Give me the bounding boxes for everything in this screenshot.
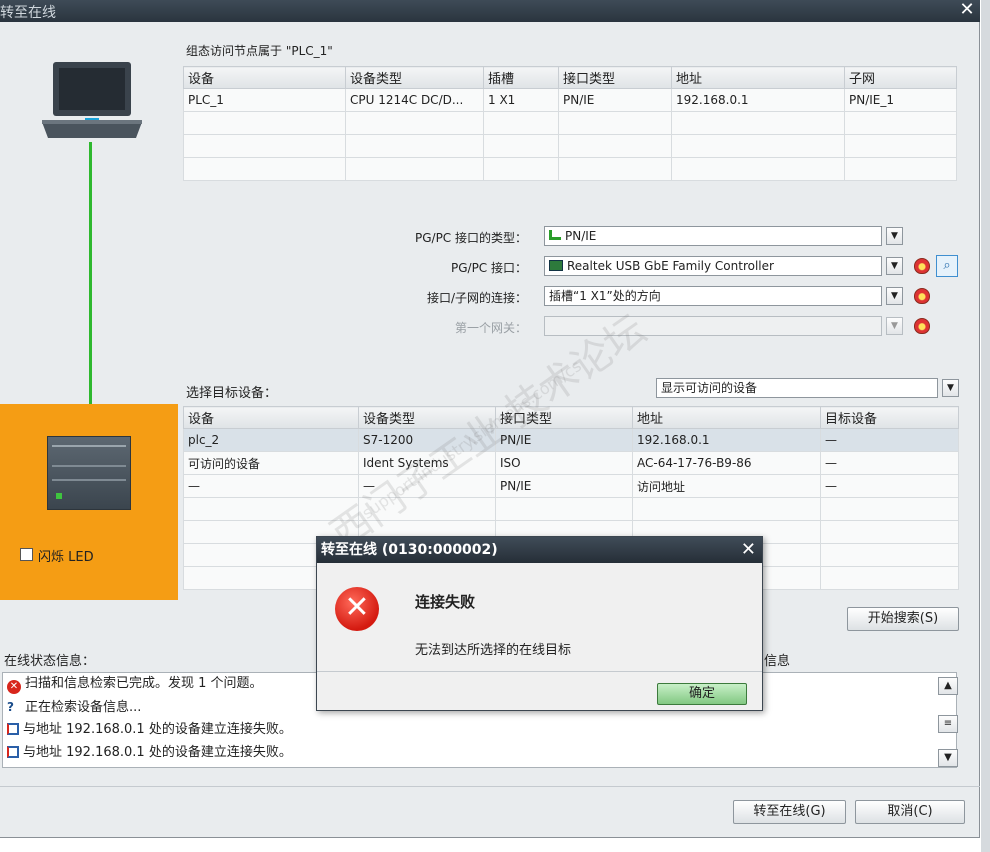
network-adapter-icon [549, 260, 563, 271]
dropdown-arrow-icon: ▼ [886, 317, 903, 335]
scroll-thumb[interactable]: ≡ [938, 715, 958, 733]
pgpc-type-label: PG/PC 接口的类型： [414, 231, 527, 245]
plc-device-icon [47, 436, 131, 510]
gateway-label: 第一个网关： [454, 321, 527, 335]
conn-value: 插槽“1 X1”处的方向 [549, 289, 661, 303]
ok-button[interactable]: 确定 [657, 683, 747, 705]
start-search-button[interactable]: 开始搜索(S) [847, 607, 959, 631]
status-line: 正在检索设备信息... [25, 700, 142, 715]
table-cell: plc_2 [183, 428, 359, 452]
config-header: 设备 [183, 66, 346, 89]
error-icon: ✕ [335, 587, 379, 631]
table-cell: 192.168.0.1 [632, 428, 821, 452]
list-item: 与地址 192.168.0.1 处的设备建立连接失败。 [7, 742, 292, 764]
dropdown-arrow-icon[interactable]: ▼ [886, 257, 903, 275]
list-item: ✕ 扫描和信息检索已完成。发现 1 个问题。 [7, 673, 263, 695]
pgpc-type-value: PN/IE [565, 229, 597, 243]
title-bar: 转至在线 ✕ [0, 0, 980, 22]
table-row [183, 111, 957, 135]
table-cell: — [820, 451, 959, 475]
close-icon[interactable]: ✕ [956, 0, 978, 22]
table-cell: PLC_1 [183, 88, 346, 112]
config-header: 设备类型 [345, 66, 484, 89]
config-header: 接口类型 [558, 66, 672, 89]
go-online-button[interactable]: 转至在线(G) [733, 800, 846, 824]
laptop-icon [42, 62, 142, 138]
table-row[interactable]: PLC_1 CPU 1214C DC/D... 1 X1 PN/IE 192.1… [183, 88, 957, 112]
target-filter-select[interactable]: 显示可访问的设备 [656, 378, 938, 398]
dropdown-arrow-icon[interactable]: ▼ [886, 227, 903, 245]
config-caption: 组态访问节点属于 "PLC_1" [186, 44, 333, 58]
target-filter-value: 显示可访问的设备 [661, 381, 758, 395]
pgpc-iface-select[interactable]: Realtek USB GbE Family Controller [544, 256, 882, 276]
scroll-down-icon[interactable]: ▼ [938, 749, 958, 767]
status-line: 与地址 192.168.0.1 处的设备建立连接失败。 [23, 722, 292, 737]
connection-line [89, 142, 92, 434]
error-icon: ✕ [7, 680, 21, 694]
config-table: 设备 设备类型 插槽 接口类型 地址 子网 PLC_1 CPU 1214C DC… [183, 66, 957, 181]
close-icon[interactable]: ✕ [741, 537, 756, 563]
table-row [183, 157, 957, 181]
table-cell: PN/IE_1 [844, 88, 957, 112]
network-error-icon [7, 723, 19, 735]
table-row[interactable]: 可访问的设备 Ident Systems ISO AC-64-17-76-B9-… [183, 451, 959, 475]
table-cell: PN/IE [558, 88, 672, 112]
dialog-title: 转至在线 (0130:000002) [317, 537, 762, 563]
target-header: 设备 [183, 406, 359, 429]
network-icon [549, 230, 561, 240]
window-title: 转至在线 [0, 5, 56, 21]
pgpc-iface-label: PG/PC 接口： [450, 261, 527, 275]
table-cell: AC-64-17-76-B9-86 [632, 451, 821, 475]
footer-divider [0, 786, 980, 787]
search-icon[interactable]: ⌕ [936, 255, 958, 277]
flash-led-label: 闪烁 LED [38, 550, 94, 565]
table-cell: 访问地址 [632, 474, 821, 498]
target-label: 选择目标设备： [186, 386, 278, 401]
table-cell: PN/IE [495, 474, 633, 498]
dialog-message: 无法到达所选择的在线目标 [415, 643, 572, 658]
status-line: 扫描和信息检索已完成。发现 1 个问题。 [25, 676, 263, 691]
list-item: ? 正在检索设备信息... [7, 696, 141, 718]
config-header: 子网 [844, 66, 957, 89]
dropdown-arrow-icon[interactable]: ▼ [942, 379, 959, 397]
cancel-button[interactable]: 取消(C) [855, 800, 965, 824]
conn-label: 接口/子网的连接： [426, 291, 527, 305]
status-label: 在线状态信息： [4, 654, 96, 669]
conn-select[interactable]: 插槽“1 X1”处的方向 [544, 286, 882, 306]
table-row [183, 497, 959, 521]
status-line: 与地址 192.168.0.1 处的设备建立连接失败。 [23, 745, 292, 760]
table-row [183, 134, 957, 158]
status-right-label: 信息 [764, 654, 791, 669]
table-cell: — [183, 474, 359, 498]
dropdown-arrow-icon[interactable]: ▼ [886, 287, 903, 305]
network-error-icon [7, 746, 19, 758]
table-row[interactable]: plc_2 S7-1200 PN/IE 192.168.0.1 — [183, 428, 959, 452]
dialog-heading: 连接失败 [415, 593, 476, 611]
target-header: 地址 [632, 406, 821, 429]
config-header: 地址 [671, 66, 845, 89]
target-header: 目标设备 [820, 406, 959, 429]
table-cell: ISO [495, 451, 633, 475]
shield-icon[interactable] [914, 258, 930, 274]
pgpc-iface-value: Realtek USB GbE Family Controller [567, 259, 774, 273]
scroll-up-icon[interactable]: ▲ [938, 677, 958, 695]
scan-icon: ? [7, 700, 14, 714]
shield-icon[interactable] [914, 318, 930, 334]
table-cell: 1 X1 [483, 88, 559, 112]
table-cell: — [820, 428, 959, 452]
table-cell: — [820, 474, 959, 498]
error-dialog: 转至在线 (0130:000002) ✕ ✕ 连接失败 无法到达所选择的在线目标… [316, 536, 763, 711]
table-cell: 192.168.0.1 [671, 88, 845, 112]
list-item: 与地址 192.168.0.1 处的设备建立连接失败。 [7, 719, 292, 741]
pgpc-type-select[interactable]: PN/IE [544, 226, 882, 246]
background-strip [981, 0, 990, 852]
flash-led-checkbox[interactable] [20, 548, 33, 561]
table-cell: CPU 1214C DC/D... [345, 88, 484, 112]
table-row[interactable]: — — PN/IE 访问地址 — [183, 474, 959, 498]
config-header: 插槽 [483, 66, 559, 89]
go-online-window: 转至在线 ✕ 闪烁 LED 组态访问节点属于 "PLC_1" 设备 设备类型 插… [0, 0, 980, 838]
shield-icon[interactable] [914, 288, 930, 304]
table-cell: 可访问的设备 [183, 451, 359, 475]
dialog-divider [317, 671, 762, 672]
